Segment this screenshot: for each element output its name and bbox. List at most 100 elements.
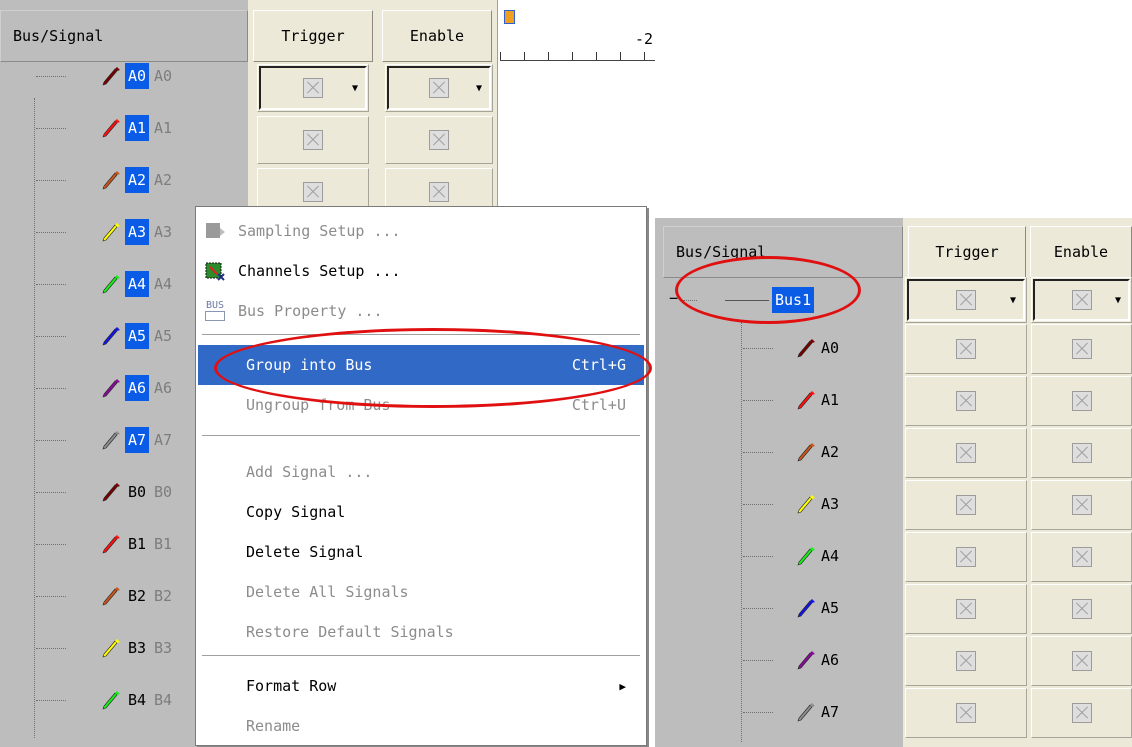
- signal-name[interactable]: B2: [125, 583, 149, 609]
- bus-signal-row-a3[interactable]: A3: [655, 484, 903, 524]
- enable-column-header[interactable]: Enable: [382, 10, 492, 62]
- menu-item-delete-signal[interactable]: Delete Signal: [198, 532, 644, 572]
- enable-dropdown[interactable]: ▼: [1033, 279, 1130, 321]
- trigger-dropdown[interactable]: ▼: [259, 66, 367, 110]
- tree-branch: [36, 180, 66, 181]
- menu-item-label: Add Signal ...: [246, 463, 373, 481]
- trigger-cell[interactable]: [905, 584, 1027, 634]
- enable-cell[interactable]: [1031, 688, 1132, 738]
- signal-name[interactable]: A6: [125, 375, 150, 401]
- bus-signal-row-a1[interactable]: A1: [655, 380, 903, 420]
- chevron-down-icon[interactable]: ▼: [348, 78, 362, 98]
- chevron-down-icon[interactable]: ▼: [1006, 290, 1020, 310]
- signal-name[interactable]: A1: [125, 115, 150, 141]
- enable-cell[interactable]: [1031, 428, 1132, 478]
- enable-cell[interactable]: [1031, 324, 1132, 374]
- bus-trigger-cell[interactable]: ▼: [905, 277, 1027, 323]
- menu-item-label: Copy Signal: [246, 503, 346, 521]
- signal-row-a1[interactable]: A1 A1: [0, 108, 248, 148]
- bus-signal-row-a5[interactable]: A5: [655, 588, 903, 628]
- signal-alias: A6: [154, 379, 173, 397]
- tree-branch: [36, 700, 66, 701]
- signal-name[interactable]: A5: [125, 323, 150, 349]
- trigger-cell[interactable]: [905, 428, 1027, 478]
- signal-name[interactable]: B0: [125, 479, 149, 505]
- enable-header-label: Enable: [409, 27, 465, 45]
- trigger-dropdown[interactable]: ▼: [907, 279, 1025, 321]
- tree-branch: [36, 336, 66, 337]
- menu-item-rename[interactable]: Rename: [198, 706, 644, 746]
- menu-separator: [202, 435, 640, 437]
- signal-name[interactable]: B4: [125, 687, 149, 713]
- chevron-down-icon[interactable]: ▼: [472, 78, 486, 98]
- signal-name[interactable]: B1: [125, 531, 149, 557]
- enable-cell[interactable]: ▼: [385, 64, 493, 112]
- signal-name[interactable]: A0: [125, 63, 150, 89]
- menu-item-channels-setup[interactable]: Channels Setup ...: [198, 251, 644, 291]
- tree-branch: [36, 76, 66, 77]
- bus-signal-row-a7[interactable]: A7: [655, 692, 903, 732]
- signal-name[interactable]: A4: [125, 271, 150, 297]
- enable-cell[interactable]: [385, 116, 493, 164]
- trigger-cell[interactable]: [905, 324, 1027, 374]
- ruler-label: -2: [634, 30, 653, 48]
- bus-signal-row-a6[interactable]: A6: [655, 640, 903, 680]
- menu-item-bus-property[interactable]: BUS Bus Property ...: [198, 291, 644, 331]
- trigger-cell[interactable]: [905, 688, 1027, 738]
- bus-enable-cell[interactable]: ▼: [1031, 277, 1132, 323]
- trigger-cell[interactable]: [257, 116, 369, 164]
- signal-name[interactable]: A7: [818, 699, 842, 725]
- menu-item-delete-all-signals[interactable]: Delete All Signals: [198, 572, 644, 612]
- bus-signal-row-a4[interactable]: A4: [655, 536, 903, 576]
- trigger-cell[interactable]: ▼: [257, 64, 369, 112]
- bus-signal-row-a0[interactable]: A0: [655, 328, 903, 368]
- signal-name[interactable]: B3: [125, 635, 149, 661]
- signal-name[interactable]: A2: [125, 167, 150, 193]
- signal-name[interactable]: A2: [818, 439, 842, 465]
- x-box-icon: [1071, 391, 1092, 411]
- menu-item-label: Sampling Setup ...: [238, 222, 401, 240]
- trigger-cell[interactable]: [905, 480, 1027, 530]
- x-box-icon: [1071, 599, 1092, 619]
- channels-setup-icon: [204, 260, 226, 282]
- cursor-marker[interactable]: [504, 10, 515, 24]
- signal-column-header[interactable]: Bus/Signal: [0, 10, 248, 62]
- signal-name[interactable]: A1: [818, 387, 842, 413]
- trigger-column-header[interactable]: Trigger: [253, 10, 373, 62]
- trigger-column-header[interactable]: Trigger: [908, 226, 1026, 278]
- signal-name[interactable]: A7: [125, 427, 150, 453]
- enable-cell[interactable]: [1031, 376, 1132, 426]
- signal-name[interactable]: A6: [818, 647, 842, 673]
- menu-item-sampling-setup[interactable]: Sampling Setup ...: [198, 211, 644, 251]
- enable-cell[interactable]: [1031, 636, 1132, 686]
- tree-branch: [36, 284, 66, 285]
- probe-icon: [797, 495, 815, 514]
- enable-column-header[interactable]: Enable: [1030, 226, 1132, 278]
- chevron-down-icon[interactable]: ▼: [1111, 290, 1125, 310]
- enable-cell[interactable]: [1031, 532, 1132, 582]
- tree-branch: [36, 388, 66, 389]
- menu-item-copy-signal[interactable]: Copy Signal: [198, 492, 644, 532]
- probe-icon: [797, 547, 815, 566]
- signal-alias: A5: [154, 327, 173, 345]
- menu-item-add-signal[interactable]: Add Signal ...: [198, 452, 644, 492]
- signal-name[interactable]: A3: [818, 491, 842, 517]
- menu-item-restore-default-signals[interactable]: Restore Default Signals: [198, 612, 644, 652]
- signal-alias: A4: [154, 275, 173, 293]
- enable-dropdown[interactable]: ▼: [387, 66, 491, 110]
- trigger-cell[interactable]: [905, 532, 1027, 582]
- signal-name[interactable]: A3: [125, 219, 150, 245]
- bus-signal-row-a2[interactable]: A2: [655, 432, 903, 472]
- signal-name[interactable]: A0: [818, 335, 842, 361]
- trigger-cell[interactable]: [905, 376, 1027, 426]
- signal-name[interactable]: A4: [818, 543, 842, 569]
- signal-alias: B4: [154, 691, 173, 709]
- enable-cell[interactable]: [1031, 584, 1132, 634]
- signal-name[interactable]: A5: [818, 595, 842, 621]
- enable-cell[interactable]: [1031, 480, 1132, 530]
- trigger-cell[interactable]: [905, 636, 1027, 686]
- probe-icon: [102, 379, 120, 398]
- menu-item-format-row[interactable]: Format Row ▶: [198, 666, 644, 706]
- signal-row-a0[interactable]: A0 A0: [0, 56, 248, 96]
- signal-row-a2[interactable]: A2 A2: [0, 160, 248, 200]
